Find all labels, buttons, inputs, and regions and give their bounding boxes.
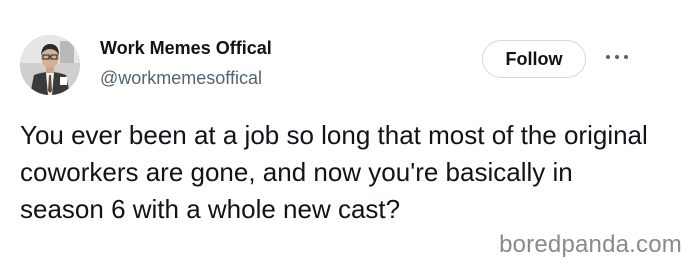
avatar[interactable] <box>20 35 80 95</box>
follow-button[interactable]: Follow <box>482 40 586 78</box>
more-horizontal-icon[interactable] <box>606 50 628 64</box>
user-handle[interactable]: @workmemesoffical <box>100 68 262 89</box>
more-dot <box>624 55 628 59</box>
more-dot <box>606 55 610 59</box>
tweet-card: Work Memes Offical @workmemesoffical Fol… <box>0 0 700 273</box>
display-name[interactable]: Work Memes Offical <box>100 38 272 59</box>
watermark: boredpanda.com <box>499 231 682 258</box>
avatar-image <box>20 35 80 95</box>
more-dot <box>615 55 619 59</box>
tweet-text: You ever been at a job so long that most… <box>20 120 648 224</box>
